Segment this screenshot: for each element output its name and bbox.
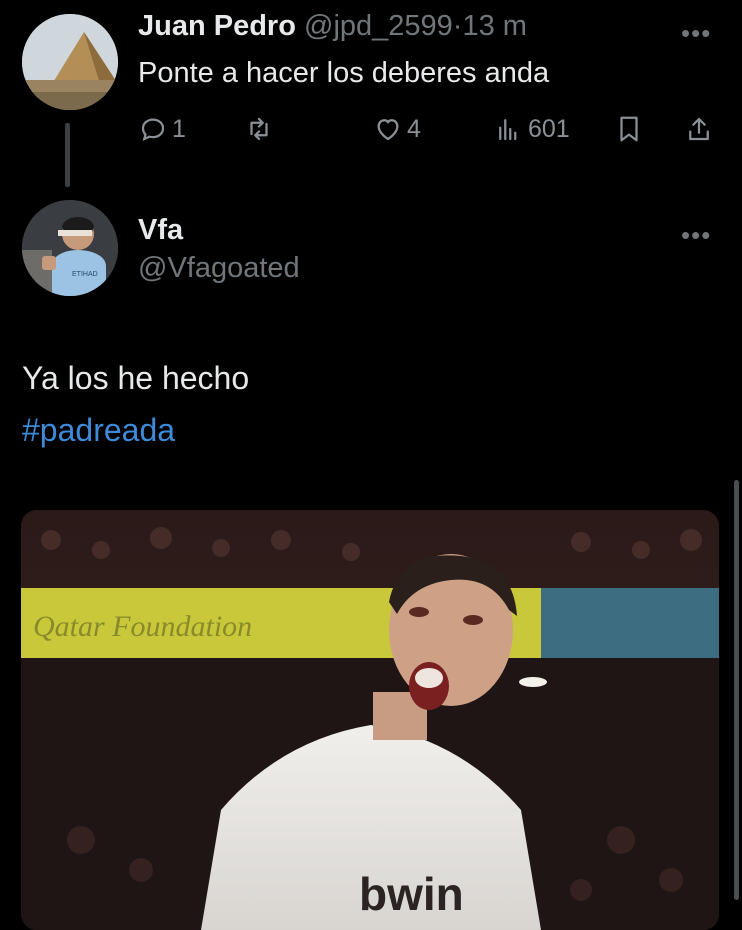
bookmark-button[interactable] <box>614 114 644 144</box>
avatar[interactable] <box>22 14 118 110</box>
reply-count: 1 <box>172 114 186 143</box>
display-name[interactable]: Juan Pedro <box>138 10 296 42</box>
scrollbar[interactable] <box>734 480 739 900</box>
parent-tweet-text: Ponte a hacer los deberes anda <box>138 57 550 89</box>
retweet-icon <box>250 117 268 141</box>
parent-tweet-header: Juan Pedro @jpd_2599·13 m <box>138 10 527 43</box>
hashtag-link[interactable]: #padreada <box>22 412 175 449</box>
tweet-media[interactable]: Qatar Foundation bwin <box>21 510 719 930</box>
user-photo: ETIHAD <box>22 200 118 296</box>
reply-tweet-text: Ya los he hecho <box>22 360 250 396</box>
thread-connector-line <box>65 123 70 187</box>
handle[interactable]: @jpd_2599 <box>304 10 453 42</box>
like-button[interactable]: 4 <box>373 114 421 144</box>
banner-text: Qatar Foundation <box>33 610 252 643</box>
reply-icon <box>141 118 165 141</box>
more-options-icon[interactable]: ••• <box>681 20 711 46</box>
views-button[interactable]: 601 <box>494 114 570 144</box>
svg-text:ETIHAD: ETIHAD <box>72 271 98 278</box>
views-icon <box>499 119 517 141</box>
bookmark-icon <box>620 116 638 142</box>
share-icon <box>689 117 709 141</box>
pyramid-photo <box>22 14 118 110</box>
like-count: 4 <box>407 114 421 143</box>
football-celebration-image: Qatar Foundation bwin <box>21 510 719 930</box>
avatar[interactable]: ETIHAD <box>22 200 118 296</box>
reply-button[interactable]: 1 <box>138 114 186 144</box>
view-count: 601 <box>528 114 570 143</box>
share-button[interactable] <box>684 114 714 144</box>
heart-icon <box>377 119 399 141</box>
display-name[interactable]: Vfa <box>138 214 183 247</box>
handle[interactable]: @Vfagoated <box>138 252 300 285</box>
more-options-icon[interactable]: ••• <box>681 222 711 248</box>
retweet-button[interactable] <box>244 114 274 144</box>
separator: · <box>452 10 463 42</box>
jersey-sponsor-text: bwin <box>359 868 464 920</box>
timestamp[interactable]: 13 m <box>462 10 526 42</box>
